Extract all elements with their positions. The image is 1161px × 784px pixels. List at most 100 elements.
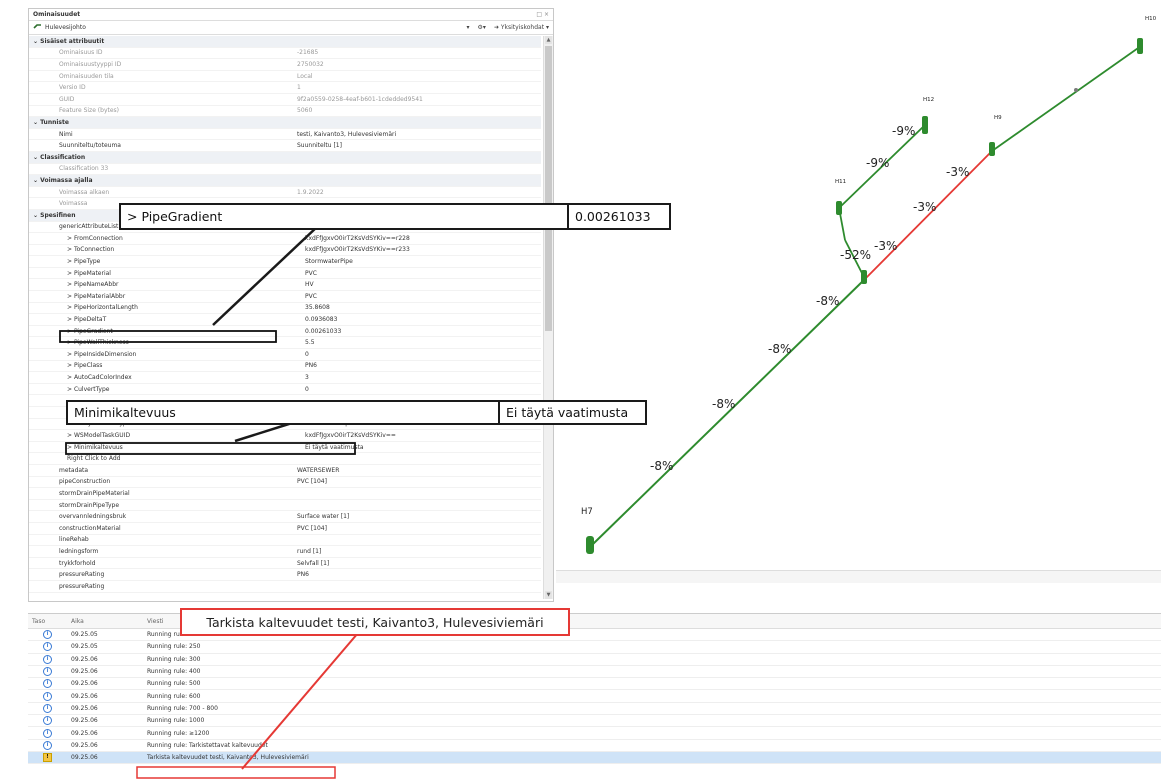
attribute-value[interactable]: 1	[297, 84, 541, 91]
gear-menu-button[interactable]: ⚙▾	[478, 24, 486, 31]
chevron-down-icon[interactable]: ▾	[467, 24, 470, 31]
attribute-value[interactable]: 5.5	[305, 339, 541, 346]
attribute-row[interactable]: trykkforhold Selvfall [1]	[29, 558, 541, 570]
manhole-h12[interactable]	[922, 116, 928, 134]
attribute-value[interactable]: Selvfall [1]	[297, 560, 541, 567]
attribute-row[interactable]: > PipeGradient 0.00261033	[29, 326, 541, 338]
log-row[interactable]: i 09.25.05 Running rule: 250	[28, 641, 1161, 654]
section-header[interactable]: ⌄ Classification	[29, 151, 541, 164]
attribute-value[interactable]: 5060	[297, 107, 541, 114]
attribute-value[interactable]: Local	[297, 73, 541, 80]
attribute-row[interactable]: overvannledningsbruk Surface water [1]	[29, 511, 541, 523]
attribute-value[interactable]: kxdFfJgxvO0irT2KsVdSYKiv==	[305, 432, 541, 439]
attribute-value[interactable]: PVC	[305, 293, 541, 300]
details-button[interactable]: ➜ Yksityiskohdat ▾	[494, 24, 549, 31]
attribute-row[interactable]: constructionMaterial PVC [104]	[29, 523, 541, 535]
attribute-value[interactable]: 1.9.2022	[297, 189, 541, 196]
attribute-row[interactable]: metadata WATERSEWER	[29, 465, 541, 477]
attribute-row[interactable]: stormDrainPipeType	[29, 500, 541, 512]
attribute-row[interactable]: > PipeHorizontalLength 35.8608	[29, 303, 541, 315]
scroll-up-icon[interactable]: ▲	[545, 36, 552, 44]
attribute-row[interactable]: lineRehab	[29, 535, 541, 547]
attribute-value[interactable]: 35.8608	[305, 304, 541, 311]
attribute-value[interactable]: PVC	[305, 270, 541, 277]
attribute-row[interactable]: > PipeDeltaT 0.0936083	[29, 314, 541, 326]
section-header[interactable]: ⌄ Sisäiset attribuutit	[29, 36, 541, 48]
attribute-value[interactable]: HV	[305, 281, 541, 288]
attribute-row[interactable]: Ominaisuuden tila Local	[29, 71, 541, 83]
attribute-value[interactable]: Ei täytä vaatimusta	[305, 444, 541, 451]
section-header[interactable]: ⌄ Tunniste	[29, 117, 541, 129]
attribute-row[interactable]: Suunniteltu/toteuma Suunniteltu [1]	[29, 140, 541, 152]
attribute-row[interactable]: > PipeInsideDimension 0	[29, 349, 541, 361]
attribute-value[interactable]: kxdFfJgxvO0irT2KsVdSYKiv==r233	[305, 246, 541, 253]
manhole-h7[interactable]	[586, 536, 594, 554]
attribute-row[interactable]: Feature Size (bytes) 5060	[29, 106, 541, 118]
attribute-row[interactable]: > AutoCadColorIndex 3	[29, 372, 541, 384]
attribute-value[interactable]: StormwaterPipe	[305, 258, 541, 265]
log-header-level[interactable]: Taso	[28, 618, 71, 625]
log-row[interactable]: i 09.25.06 Running rule: 1000	[28, 715, 1161, 728]
properties-scrollbar[interactable]: ▲ ▼	[543, 36, 553, 599]
attribute-value[interactable]: rund [1]	[297, 548, 541, 555]
manhole-h10[interactable]	[1137, 38, 1143, 54]
attribute-value[interactable]: 2750032	[297, 61, 541, 68]
attribute-value[interactable]: 0.00261033	[305, 328, 541, 335]
attribute-row[interactable]: > WSModelTaskGUID kxdFfJgxvO0irT2KsVdSYKi…	[29, 430, 541, 442]
attribute-value[interactable]: WATERSEWER	[297, 467, 541, 474]
attribute-row[interactable]: > CulvertType 0	[29, 384, 541, 396]
map-canvas[interactable]: H7 H11 H12 H9 H10 -9% -9% -52% -3% -3% -…	[556, 8, 1161, 570]
attribute-value[interactable]: PVC [104]	[297, 525, 541, 532]
log-row[interactable]: i 09.25.06 Running rule: ≥1200	[28, 727, 1161, 740]
section-header[interactable]: ⌄ Voimassa ajalla	[29, 175, 541, 187]
log-row[interactable]: i 09.25.06 Running rule: 700 - 800	[28, 703, 1161, 716]
attribute-row[interactable]: ledningsform rund [1]	[29, 546, 541, 558]
attribute-value[interactable]: Surface water [1]	[297, 513, 541, 520]
attribute-value[interactable]: kxdFfJgxvO0irT2KsVdSYKiv==r228	[305, 235, 541, 242]
manhole-h11b[interactable]	[836, 201, 842, 215]
attribute-row[interactable]: > PipeWallThickness 5.5	[29, 337, 541, 350]
pipe-h9-h10[interactable]	[991, 45, 1142, 152]
attribute-row[interactable]: pipeConstruction PVC [104]	[29, 477, 541, 489]
log-row[interactable]: i 09.25.06 Running rule: 600	[28, 690, 1161, 703]
attribute-row[interactable]: > PipeMaterialAbbr PVC	[29, 291, 541, 303]
attribute-row[interactable]: > FromConnection kxdFfJgxvO0irT2KsVdSYKiv…	[29, 233, 541, 245]
attribute-value[interactable]: PVC [104]	[297, 478, 541, 485]
attribute-row[interactable]: stormDrainPipeMaterial	[29, 488, 541, 500]
manhole-h9[interactable]	[989, 142, 995, 156]
attribute-value[interactable]: testi, Kaivanto3, Hulevesiviemäri	[297, 131, 541, 138]
attribute-row[interactable]: Versio ID 1	[29, 82, 541, 94]
attribute-row[interactable]: > Minimikaltevuus Ei täytä vaatimusta	[29, 442, 541, 454]
attribute-value[interactable]: -21685	[297, 49, 541, 56]
attribute-value[interactable]: 3	[305, 374, 541, 381]
log-row[interactable]: i 09.25.06 Running rule: 400	[28, 666, 1161, 679]
attribute-row[interactable]: Right Click to Add	[29, 453, 541, 465]
scroll-down-icon[interactable]: ▼	[545, 591, 552, 599]
attribute-row[interactable]: GUID 9f2a0559-0258-4eaf-b601-1cdedded9541	[29, 94, 541, 106]
scrollbar-thumb[interactable]	[545, 46, 552, 331]
log-row[interactable]: i 09.25.06 Running rule: 300	[28, 654, 1161, 666]
attribute-value[interactable]: 9f2a0559-0258-4eaf-b601-1cdedded9541	[297, 96, 541, 103]
attribute-row[interactable]: pressureRating PN6	[29, 569, 541, 581]
attribute-row[interactable]: > PipeNameAbbr HV	[29, 279, 541, 292]
attribute-value[interactable]: PN6	[305, 362, 541, 369]
log-header-time[interactable]: Aika	[71, 618, 147, 625]
attribute-value[interactable]: 0.0936083	[305, 316, 541, 323]
attribute-row[interactable]: > ToConnection kxdFfJgxvO0irT2KsVdSYKiv==…	[29, 245, 541, 257]
feature-selector[interactable]: Hulevesijohto	[33, 23, 467, 32]
attribute-row[interactable]: pressureRating	[29, 581, 541, 593]
attribute-row[interactable]: Voimassa alkaen 1.9.2022	[29, 187, 541, 199]
attribute-value[interactable]: PN6	[297, 571, 541, 578]
attribute-row[interactable]: > PipeClass PN6	[29, 361, 541, 373]
log-row[interactable]: ! 09.25.06 Tarkista kaltevuudet testi, Kai…	[28, 751, 1161, 765]
log-row[interactable]: i 09.25.06 Running rule: Tarkistettavat ka…	[28, 740, 1161, 752]
attribute-row[interactable]: > PipeType StormwaterPipe	[29, 256, 541, 268]
manhole-h11[interactable]	[861, 270, 867, 284]
attribute-row[interactable]: Ominaisuus ID -21685	[29, 48, 541, 60]
attribute-row[interactable]: Classification 33	[29, 164, 541, 176]
attribute-row[interactable]: Nimi testi, Kaivanto3, Hulevesiviemäri	[29, 129, 541, 141]
attribute-value[interactable]: 0	[305, 386, 541, 393]
attribute-value[interactable]: 0	[305, 351, 541, 358]
window-buttons[interactable]: □ ×	[536, 11, 549, 18]
attribute-value[interactable]: Suunniteltu [1]	[297, 142, 541, 149]
